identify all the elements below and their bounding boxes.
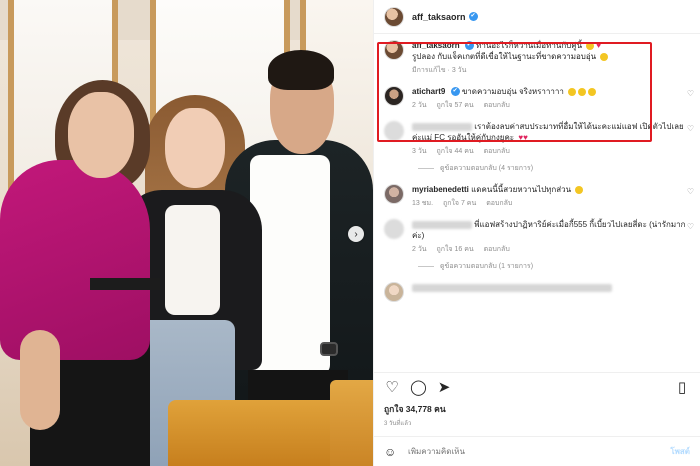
posted-time: 3 วันที่แล้ว: [384, 421, 412, 427]
emoji-icon: [575, 185, 584, 194]
post-actions: ♡ ◯ ➤ ▯: [374, 372, 700, 402]
person-2-face: [165, 108, 225, 188]
comment-time: 3 วัน: [412, 148, 427, 155]
like-comment-icon[interactable]: ♡: [687, 222, 694, 231]
person-3-hair: [268, 50, 334, 90]
person-1-belt: [90, 278, 160, 290]
comment: myriabenedetti แดคนนี้นี้สวยหวานไปทุกส่ว…: [384, 184, 694, 209]
view-replies-label[interactable]: ดูข้อความตอบกลับ (4 รายการ): [440, 163, 533, 174]
highlight-box: [377, 42, 652, 142]
person-1-face: [68, 92, 134, 178]
photo-chair: [168, 400, 338, 466]
like-heart-icon[interactable]: ♡: [384, 379, 400, 396]
comment-username[interactable]: myriabenedetti: [412, 185, 469, 194]
share-icon[interactable]: ➤: [436, 379, 452, 396]
photo-chair: [330, 380, 373, 466]
replies-divider: [418, 266, 434, 267]
blurred-username: [412, 220, 472, 229]
like-comment-icon[interactable]: ♡: [687, 187, 694, 196]
comment-time: 2 วัน: [412, 246, 427, 253]
comment-likes[interactable]: ถูกใจ 16 คน: [437, 246, 474, 253]
reply-button[interactable]: ตอบกลับ: [484, 148, 510, 155]
post-comment-button[interactable]: โพสต์: [670, 445, 690, 458]
reply-button[interactable]: ตอบกลับ: [484, 246, 510, 253]
emoji-icon[interactable]: ☺: [384, 445, 400, 459]
avatar[interactable]: [384, 219, 404, 239]
header-username[interactable]: aff_taksaorn: [412, 12, 466, 22]
person-3-shirt: [250, 155, 330, 375]
comment-time: 13 ชม.: [412, 200, 434, 207]
view-replies[interactable]: ดูข้อความตอบกลับ (4 รายการ): [418, 163, 690, 174]
post-header: aff_taksaorn ✔: [374, 0, 700, 34]
avatar[interactable]: [384, 282, 404, 302]
person-3-watch: [320, 342, 338, 356]
post-photo[interactable]: ›: [0, 0, 373, 466]
comment-icon[interactable]: ◯: [410, 379, 427, 396]
like-comment-icon[interactable]: ♡: [687, 124, 694, 133]
comment: [384, 282, 690, 302]
comment-text: แดคนนี้นี้สวยหวานไปทุกส่วน: [471, 185, 572, 194]
save-bookmark-icon[interactable]: ▯: [674, 379, 690, 396]
person-1-blouse: [0, 160, 150, 360]
avatar[interactable]: [384, 184, 404, 204]
verified-badge-icon: ✔: [468, 12, 478, 21]
person-1-arm: [20, 330, 60, 430]
comment-likes[interactable]: ถูกใจ 44 คน: [437, 148, 474, 155]
reply-button[interactable]: ตอบกลับ: [486, 200, 512, 207]
avatar[interactable]: [384, 6, 404, 27]
view-replies-label[interactable]: ดูข้อความตอบกลับ (1 รายการ): [440, 261, 533, 272]
likes-count[interactable]: ถูกใจ 34,778 คน: [374, 402, 700, 416]
add-comment-input[interactable]: [408, 447, 671, 456]
person-2-top: [165, 205, 220, 315]
next-photo-icon[interactable]: ›: [348, 226, 364, 242]
comment-likes[interactable]: ถูกใจ 7 คน: [443, 200, 476, 207]
instagram-post: › aff_taksaorn ✔ aff_taksaorn ✔ ทานอะไรก…: [0, 0, 700, 466]
comment: พี่แอฟสร้างปาฏิหาริย์ค่ะเมื่อกี้555 กี้เ…: [384, 219, 694, 255]
like-comment-icon[interactable]: ♡: [687, 89, 694, 98]
add-comment-bar: ☺ โพสต์: [374, 436, 700, 466]
replies-divider: [418, 168, 434, 169]
blurred-comment: [412, 283, 612, 292]
view-replies[interactable]: ดูข้อความตอบกลับ (1 รายการ): [418, 261, 690, 272]
